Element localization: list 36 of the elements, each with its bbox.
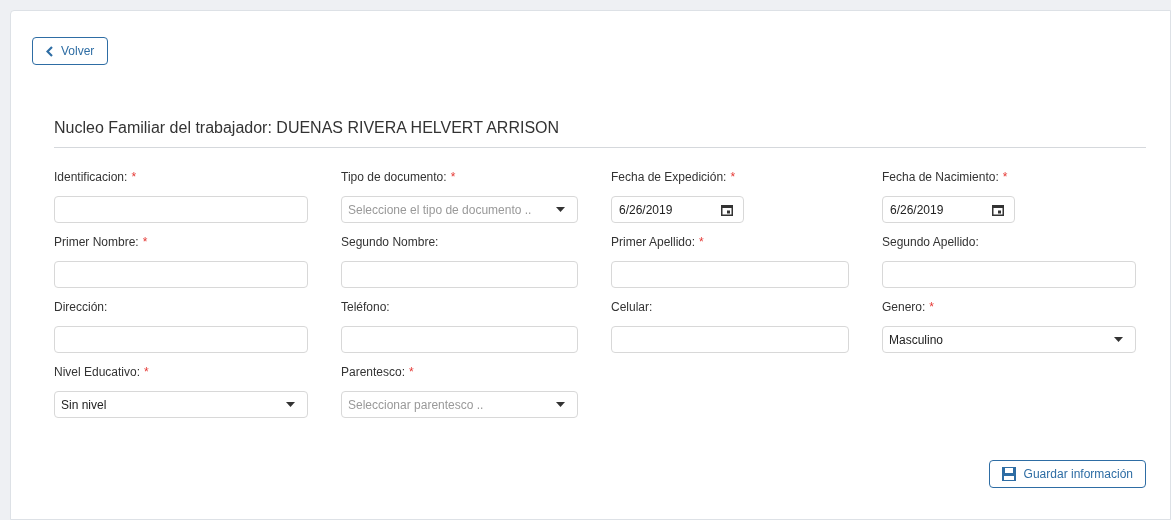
text-field[interactable] [882,261,1136,288]
text-field[interactable] [54,261,308,288]
caret-icon [556,402,565,407]
text-field[interactable] [341,261,578,288]
field-label: Identificacion: * [54,169,138,186]
field-label: Tipo de documento: * [341,169,457,186]
field-label: Fecha de Expedición: * [611,169,737,186]
calendar-icon [992,203,1004,216]
text-field[interactable] [54,326,308,353]
text-field[interactable] [341,326,578,353]
text-field[interactable] [611,261,849,288]
date-field[interactable]: 6/26/2019 [882,196,1015,223]
text-field[interactable] [54,196,308,223]
dropdown[interactable]: Sin nivel [54,391,308,418]
save-button[interactable]: Guardar información [988,460,1146,488]
field-label: Fecha de Nacimiento: * [882,169,1009,186]
dropdown[interactable]: Masculino [882,326,1136,353]
field-label: Segundo Apellido: [882,234,980,251]
field-label: Parentesco: * [341,364,415,381]
section-title: Nucleo Familiar del trabajador: DUENAS RIVERA HELVERT ARRISON [54,118,561,138]
field-label: Nivel Educativo: * [54,364,150,381]
caret-icon [556,207,565,212]
field-label: Primer Nombre: * [54,234,149,251]
caret-icon [1114,337,1123,342]
field-label: Dirección: [54,299,109,316]
field-label: Primer Apellido: * [611,234,705,251]
date-field[interactable]: 6/26/2019 [611,196,744,223]
caret-icon [286,402,295,407]
field-label: Genero: * [882,299,936,316]
field-label: Teléfono: [341,299,391,316]
calendar-icon [721,203,733,216]
back-button[interactable]: Volver [32,37,109,65]
field-label: Celular: [611,299,654,316]
text-field[interactable] [611,326,849,353]
chevron-left-icon [46,45,53,57]
field-label: Segundo Nombre: [341,234,440,251]
